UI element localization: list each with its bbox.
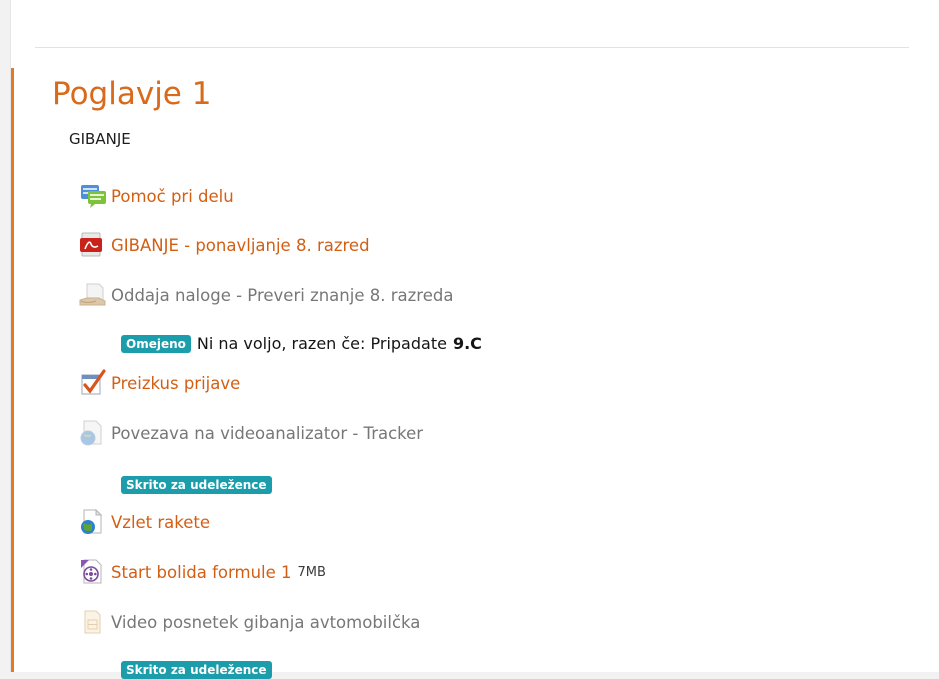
- availability-restriction: Omejeno Ni na voljo, razen če: Pripadate…: [121, 334, 482, 353]
- activity-link[interactable]: Preizkus prijave: [111, 374, 240, 393]
- video-file-icon: [79, 556, 109, 588]
- course-section-card: Poglavje 1 GIBANJE Pomoč pri delu GIBANJ…: [10, 0, 939, 679]
- forum-icon: [79, 180, 109, 212]
- activity-link[interactable]: Video posnetek gibanja avtomobilčka: [111, 613, 420, 632]
- hidden-badge-row: Skrito za udeležence: [121, 474, 272, 494]
- restricted-badge: Omejeno: [121, 334, 191, 353]
- section-summary: GIBANJE: [69, 130, 131, 148]
- quiz-icon: [79, 367, 109, 399]
- restriction-group: 9.C: [452, 334, 482, 353]
- assignment-icon: [79, 279, 109, 311]
- folder-file-icon: [79, 606, 109, 638]
- file-size: 7MB: [297, 564, 326, 580]
- url-icon: [79, 417, 109, 449]
- hidden-badge: Skrito za udeležence: [121, 476, 272, 494]
- activity-item[interactable]: Pomoč pri delu: [79, 180, 234, 212]
- activity-link[interactable]: Start bolida formule 1: [111, 563, 292, 582]
- section-divider: [35, 47, 909, 48]
- activity-item[interactable]: Video posnetek gibanja avtomobilčka: [79, 606, 420, 638]
- activity-link[interactable]: Pomoč pri delu: [111, 187, 234, 206]
- hidden-badge: Skrito za udeležence: [121, 661, 272, 679]
- restriction-text: Ni na voljo, razen če: Pripadate: [196, 334, 447, 353]
- activity-item[interactable]: Preizkus prijave: [79, 367, 240, 399]
- activity-link[interactable]: Vzlet rakete: [111, 513, 210, 532]
- activity-item[interactable]: Oddaja naloge - Preveri znanje 8. razred…: [79, 279, 453, 311]
- activity-item[interactable]: Start bolida formule 1 7MB: [79, 556, 326, 588]
- current-section-marker: [11, 68, 14, 672]
- activity-link[interactable]: Povezava na videoanalizator - Tracker: [111, 424, 423, 443]
- activity-item[interactable]: Vzlet rakete: [79, 506, 210, 538]
- activity-item[interactable]: GIBANJE - ponavljanje 8. razred: [79, 229, 370, 261]
- hidden-badge-row: Skrito za udeležence: [121, 659, 272, 679]
- activity-item[interactable]: Povezava na videoanalizator - Tracker: [79, 417, 423, 449]
- activity-link[interactable]: Oddaja naloge - Preveri znanje 8. razred…: [111, 286, 453, 305]
- pdf-icon: [79, 229, 109, 261]
- activity-link[interactable]: GIBANJE - ponavljanje 8. razred: [111, 236, 370, 255]
- url-icon: [79, 506, 109, 538]
- section-title[interactable]: Poglavje 1: [52, 72, 211, 116]
